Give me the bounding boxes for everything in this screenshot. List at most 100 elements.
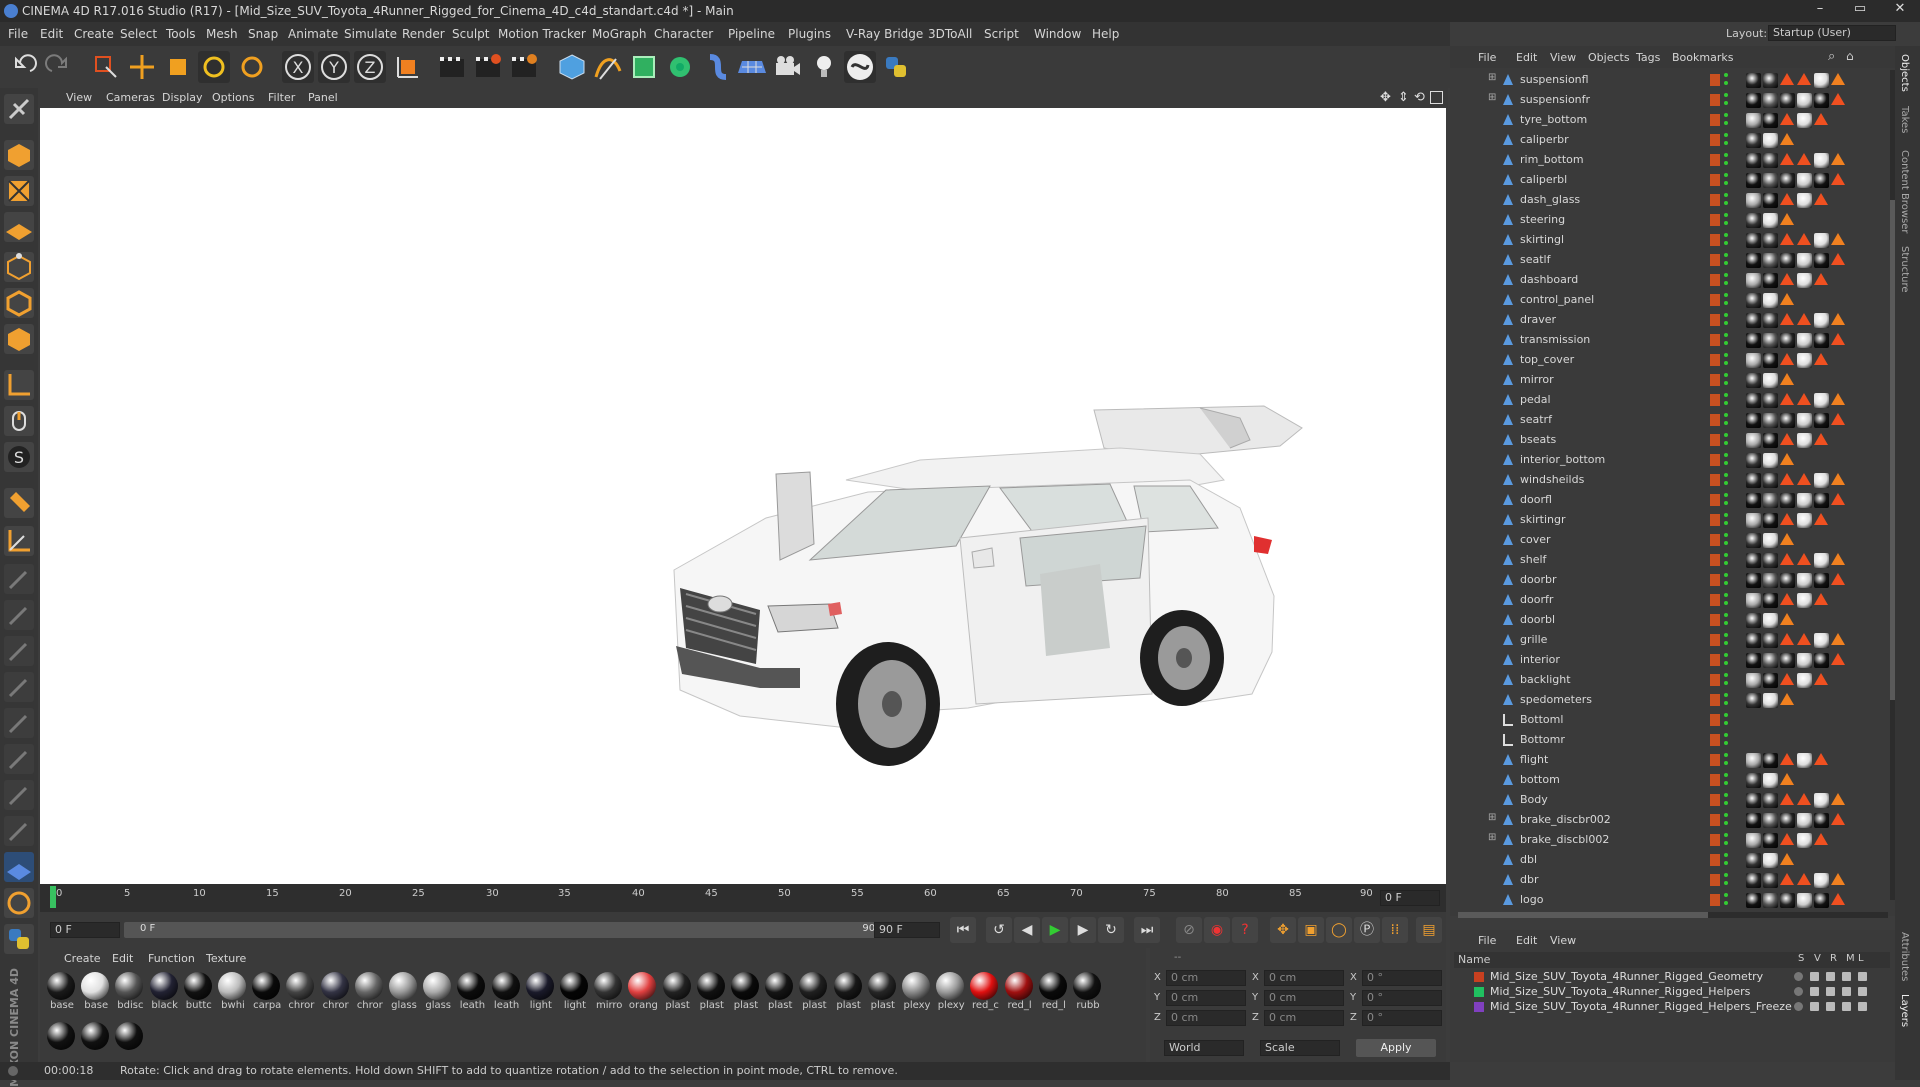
material-tag-icon[interactable]	[1797, 813, 1812, 828]
material-tag-icon[interactable]	[1780, 873, 1794, 885]
material-swatch[interactable]: chror	[354, 972, 384, 1011]
material-tag-icon[interactable]	[1780, 113, 1794, 125]
material-tag-icon[interactable]	[1763, 553, 1778, 568]
material-swatch[interactable]: plast	[867, 972, 897, 1011]
material-tag-icon[interactable]	[1763, 833, 1778, 848]
visibility-dots-icon[interactable]	[1724, 853, 1728, 857]
material-swatch[interactable]: plexy	[901, 972, 931, 1011]
menu-create[interactable]: Create	[74, 27, 114, 41]
key-rotation-icon[interactable]: ◯	[1326, 917, 1352, 943]
pen-spline-icon[interactable]	[592, 51, 624, 83]
material-tag-icon[interactable]	[1746, 593, 1761, 608]
tab-layers[interactable]: Layers	[1899, 994, 1910, 1027]
material-tag-icon[interactable]	[1763, 693, 1778, 708]
material-tag-icon[interactable]	[1780, 853, 1794, 865]
material-tag-icon[interactable]	[1831, 393, 1845, 405]
material-tag-icon[interactable]	[1814, 353, 1828, 365]
material-tag-icon[interactable]	[1814, 673, 1828, 685]
material-tag-icon[interactable]	[1797, 493, 1812, 508]
visibility-dots-icon[interactable]	[1724, 193, 1728, 197]
go-to-start-icon[interactable]: ⏮	[950, 917, 976, 943]
material-tag-icon[interactable]	[1814, 893, 1829, 908]
viewport-menu-view[interactable]: View	[66, 91, 92, 104]
material-swatch[interactable]: carpa	[251, 972, 281, 1011]
material-tag-icon[interactable]	[1831, 873, 1845, 885]
menu-mesh[interactable]: Mesh	[206, 27, 238, 41]
material-swatch[interactable]: light	[559, 972, 589, 1011]
previous-frame-icon[interactable]: ◀	[1014, 917, 1040, 943]
coord-value-field[interactable]: 0 °	[1362, 990, 1442, 1006]
object-row[interactable]: dash_glass	[1450, 190, 1895, 210]
material-tag-icon[interactable]	[1746, 333, 1761, 348]
viewport-rotate-icon[interactable]: ⟲	[1414, 90, 1425, 105]
viewport-menu-panel[interactable]: Panel	[308, 91, 338, 104]
expand-icon[interactable]: ⊞	[1488, 72, 1496, 83]
material-tag-icon[interactable]	[1797, 413, 1812, 428]
visibility-dots-icon[interactable]	[1724, 733, 1728, 737]
material-tag-icon[interactable]	[1797, 633, 1811, 645]
layer-color-icon[interactable]	[1710, 894, 1720, 906]
material-tag-icon[interactable]	[1831, 153, 1845, 165]
material-tag-icon[interactable]	[1746, 453, 1761, 468]
object-row[interactable]: transmission	[1450, 330, 1895, 350]
visibility-dots-icon[interactable]	[1724, 553, 1728, 557]
expand-icon[interactable]: ⊞	[1488, 92, 1496, 103]
sculpt-flatten-icon[interactable]	[4, 744, 34, 774]
layer-color-icon[interactable]	[1710, 74, 1720, 86]
light-icon[interactable]	[808, 51, 840, 83]
visibility-dots-icon[interactable]	[1724, 153, 1728, 157]
material-tag-icon[interactable]	[1746, 393, 1761, 408]
floor-icon[interactable]	[736, 51, 768, 83]
material-tag-icon[interactable]	[1797, 513, 1812, 528]
material-tag-icon[interactable]	[1746, 433, 1761, 448]
material-tag-icon[interactable]	[1797, 113, 1812, 128]
layer-lock-icon[interactable]	[1858, 972, 1867, 981]
material-tag-icon[interactable]	[1797, 173, 1812, 188]
layer-color-icon[interactable]	[1710, 494, 1720, 506]
material-swatch[interactable]: light	[525, 972, 555, 1011]
material-tag-icon[interactable]	[1797, 73, 1811, 85]
visibility-dots-icon[interactable]	[1724, 73, 1728, 77]
material-tag-icon[interactable]	[1780, 313, 1794, 325]
material-tag-icon[interactable]	[1814, 793, 1829, 808]
material-swatch[interactable]: leath	[456, 972, 486, 1011]
layer-color-icon[interactable]	[1710, 574, 1720, 586]
material-tag-icon[interactable]	[1763, 793, 1778, 808]
layer-solo-icon[interactable]	[1794, 987, 1803, 996]
visibility-dots-icon[interactable]	[1724, 633, 1728, 637]
layer-color-icon[interactable]	[1710, 114, 1720, 126]
material-tag-icon[interactable]	[1797, 793, 1811, 805]
material-tag-icon[interactable]	[1780, 233, 1794, 245]
material-tag-icon[interactable]	[1814, 813, 1829, 828]
render-settings-icon[interactable]	[508, 51, 540, 83]
layer-manager-icon[interactable]	[1842, 987, 1851, 996]
object-row[interactable]: steering	[1450, 210, 1895, 230]
material-swatch[interactable]	[80, 1022, 110, 1050]
visibility-dots-icon[interactable]	[1724, 433, 1728, 437]
material-tag-icon[interactable]	[1780, 773, 1794, 785]
menu-snap[interactable]: Snap	[248, 27, 278, 41]
object-row[interactable]: seatrf	[1450, 410, 1895, 430]
material-tag-icon[interactable]	[1763, 773, 1778, 788]
visibility-dots-icon[interactable]	[1724, 653, 1728, 657]
material-tag-icon[interactable]	[1797, 873, 1811, 885]
layer-color-icon[interactable]	[1710, 474, 1720, 486]
visibility-dots-icon[interactable]	[1724, 773, 1728, 777]
key-scale-icon[interactable]: ▣	[1298, 917, 1324, 943]
material-tag-icon[interactable]	[1780, 133, 1794, 145]
material-tag-icon[interactable]	[1763, 493, 1778, 508]
viewport-layout-icon[interactable]	[1430, 91, 1443, 104]
material-tag-icon[interactable]	[1797, 653, 1812, 668]
y-axis-button[interactable]: Y	[318, 51, 350, 83]
objects-menu-bookmarks[interactable]: Bookmarks	[1672, 51, 1733, 64]
visibility-dots-icon[interactable]	[1724, 233, 1728, 237]
material-tag-icon[interactable]	[1746, 153, 1761, 168]
material-tag-icon[interactable]	[1746, 193, 1761, 208]
material-tag-icon[interactable]	[1797, 753, 1812, 768]
material-tag-icon[interactable]	[1814, 873, 1829, 888]
key-position-icon[interactable]: ✥	[1270, 917, 1296, 943]
material-tag-icon[interactable]	[1763, 233, 1778, 248]
sculpt-brush-icon[interactable]	[4, 564, 34, 594]
menu-help[interactable]: Help	[1092, 27, 1119, 41]
material-tag-icon[interactable]	[1746, 853, 1761, 868]
